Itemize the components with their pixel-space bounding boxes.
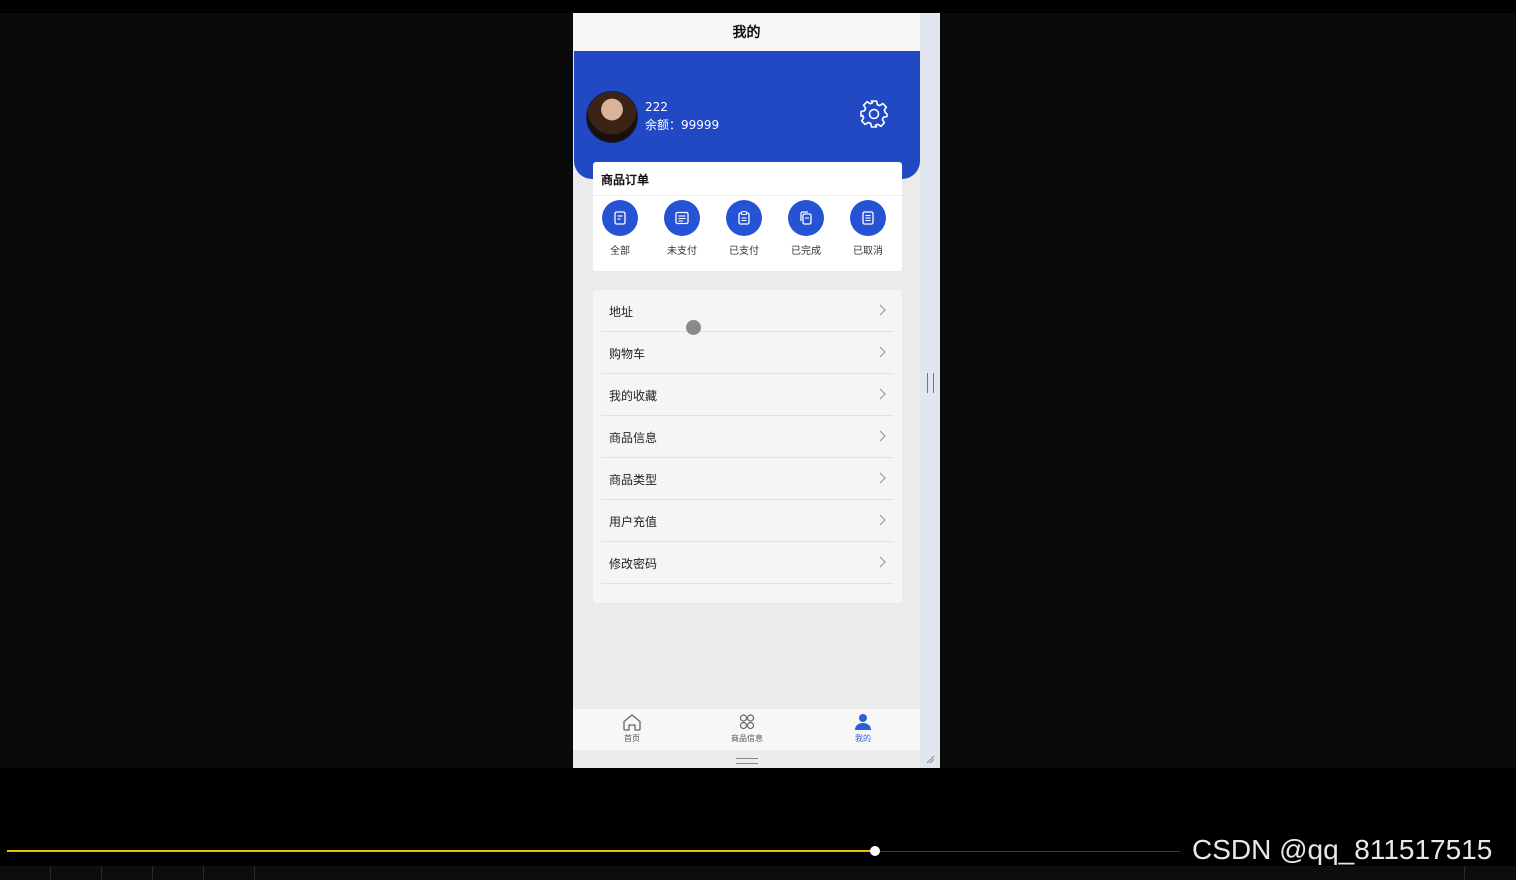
menu-label: 修改密码	[609, 557, 658, 571]
tab-label: 首页	[624, 734, 640, 743]
user-icon	[855, 714, 871, 730]
menu-label: 地址	[609, 305, 634, 319]
lines-icon	[850, 200, 886, 236]
order-label: 已完成	[791, 246, 821, 257]
video-top-band	[0, 0, 1516, 13]
strip-divider	[152, 866, 153, 880]
strip-divider	[50, 866, 51, 880]
menu-item-recharge[interactable]: 用户充值	[593, 500, 902, 542]
menu-card: 地址 购物车 我的收藏 商品信息 商品类型 用户充值 修改密码	[593, 290, 902, 603]
strip-divider	[254, 866, 255, 880]
touch-indicator	[686, 320, 701, 335]
chevron-right-icon	[879, 556, 886, 568]
tab-mine[interactable]: 我的	[828, 713, 898, 744]
order-label: 未支付	[667, 246, 697, 257]
chevron-right-icon	[879, 304, 886, 316]
copy-icon	[788, 200, 824, 236]
chevron-right-icon	[879, 430, 886, 442]
divider	[601, 583, 894, 584]
tab-home[interactable]: 首页	[597, 713, 667, 744]
list-icon	[664, 200, 700, 236]
app-screen: 我的 222 余额：99999 商品订单 全部 未支付 已支付 已完成 已取消 …	[573, 13, 920, 768]
tab-products[interactable]: 商品信息	[712, 713, 782, 744]
tab-bar: 首页 商品信息 我的	[573, 709, 920, 750]
clipboard-icon	[726, 200, 762, 236]
player-control-strip	[0, 866, 1516, 880]
order-paid[interactable]: 已支付	[714, 200, 774, 257]
video-progress-knob[interactable]	[870, 846, 880, 856]
chevron-right-icon	[879, 472, 886, 484]
order-all[interactable]: 全部	[590, 200, 650, 257]
menu-item-change-password[interactable]: 修改密码	[593, 542, 902, 584]
username: 222	[645, 100, 668, 114]
menu-label: 我的收藏	[609, 389, 658, 403]
avatar[interactable]	[586, 91, 638, 143]
orders-title: 商品订单	[601, 173, 650, 187]
menu-label: 商品类型	[609, 473, 658, 487]
tab-label: 我的	[855, 734, 871, 743]
menu-item-cart[interactable]: 购物车	[593, 332, 902, 374]
gear-icon[interactable]	[858, 98, 890, 130]
watermark: CSDN @qq_811517515	[1192, 834, 1493, 865]
page-title: 我的	[573, 13, 920, 51]
tab-label: 商品信息	[731, 734, 763, 743]
video-progress-fill	[7, 850, 875, 852]
doc-icon	[602, 200, 638, 236]
divider	[593, 195, 902, 196]
menu-item-address[interactable]: 地址	[593, 290, 902, 332]
menu-item-product-type[interactable]: 商品类型	[593, 458, 902, 500]
menu-label: 用户充值	[609, 515, 658, 529]
menu-label: 购物车	[609, 347, 646, 361]
orders-card: 商品订单 全部 未支付 已支付 已完成 已取消	[593, 162, 902, 271]
order-completed[interactable]: 已完成	[776, 200, 836, 257]
chevron-right-icon	[879, 346, 886, 358]
order-label: 已支付	[729, 246, 759, 257]
resize-grip-icon[interactable]	[925, 754, 935, 764]
home-indicator	[736, 758, 758, 764]
chevron-right-icon	[879, 514, 886, 526]
menu-item-product-info[interactable]: 商品信息	[593, 416, 902, 458]
chevron-right-icon	[879, 388, 886, 400]
order-label: 全部	[610, 246, 630, 257]
menu-label: 商品信息	[609, 431, 658, 445]
strip-divider	[1464, 866, 1465, 880]
profile-header: 222 余额：99999	[574, 51, 920, 179]
strip-divider	[203, 866, 204, 880]
home-icon	[623, 714, 641, 731]
rail-grip[interactable]	[927, 373, 934, 393]
strip-divider	[101, 866, 102, 880]
order-cancelled[interactable]: 已取消	[838, 200, 898, 257]
menu-item-favorites[interactable]: 我的收藏	[593, 374, 902, 416]
phone-frame: 我的 222 余额：99999 商品订单 全部 未支付 已支付 已完成 已取消 …	[573, 13, 940, 768]
grid-icon	[739, 714, 755, 730]
order-label: 已取消	[853, 246, 883, 257]
balance: 余额：99999	[645, 118, 720, 132]
order-unpaid[interactable]: 未支付	[652, 200, 712, 257]
